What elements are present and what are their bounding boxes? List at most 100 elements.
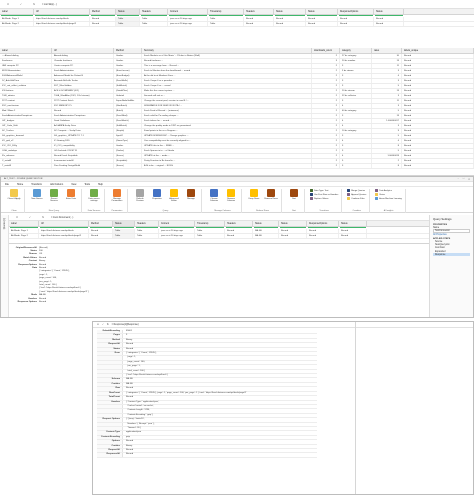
table-cell[interactable]: 2 — [312, 159, 340, 163]
table-cell[interactable]: 2 — [312, 139, 340, 143]
column-header[interactable]: Url — [34, 9, 90, 14]
table-cell[interactable]: (FreshBatch) — [114, 119, 142, 123]
table-cell[interactable]: Record — [274, 22, 306, 26]
table-row[interactable]: Alt Mode: Page 2 https://fresh.fixtures.c… — [9, 234, 429, 239]
queries-pane[interactable]: Queries [1] — [1, 215, 9, 317]
table-cell[interactable]: Record — [402, 144, 474, 148]
cancel-formula-icon[interactable]: ✕ — [97, 323, 99, 326]
table-cell[interactable]: SIDEWARDS FOR SEMI OF ROTA / ... — [142, 104, 312, 108]
table-cell[interactable]: Alt Mode: Page 2 — [0, 22, 34, 26]
table-cell[interactable]: Record — [402, 159, 474, 163]
table-cell[interactable]: 2 — [312, 84, 340, 88]
table-cell[interactable]: (Batch) — [114, 109, 142, 113]
table-cell[interactable]: 13 — [372, 89, 402, 93]
table-cell[interactable]: Pretty Function to Be found in ... — [142, 159, 312, 163]
table-cell[interactable]: (Scene) — [114, 154, 142, 158]
table-cell[interactable]: Record — [402, 139, 474, 143]
table-cell[interactable]: (EvenBudget) — [114, 74, 142, 78]
table-cell[interactable]: 2 — [312, 129, 340, 133]
table-cell[interactable]: FXC_mechanism — [0, 104, 52, 108]
column-header[interactable]: Content — [159, 221, 195, 226]
table-cell[interactable]: Record — [402, 94, 474, 98]
table-cell[interactable]: Record — [402, 164, 474, 168]
table-cell[interactable]: Seconds will exit or ... — [142, 94, 312, 98]
table-cell[interactable]: Record — [274, 17, 306, 21]
table-cell[interactable]: Your compatibility must be correctly ali… — [142, 139, 312, 143]
column-header[interactable]: Url — [52, 48, 114, 53]
table-cell[interactable]: TGR_admins — [0, 94, 52, 98]
table-cell[interactable]: (Scriptable) — [114, 159, 142, 163]
table-cell[interactable]: ICE buttons — [0, 89, 52, 93]
table-cell[interactable]: Record — [402, 114, 474, 118]
maximize-icon[interactable]: □ — [463, 178, 464, 181]
table-cell[interactable]: Record — [402, 99, 474, 103]
table-cell[interactable]: Record — [338, 22, 374, 26]
table-cell[interactable]: 8 — [372, 144, 402, 148]
table-cell[interactable]: 1.00000019 — [372, 154, 402, 158]
table-cell[interactable]: SuperNodeGetBits — [114, 99, 142, 103]
table-cell[interactable]: Record — [89, 229, 113, 233]
editor-formula-text[interactable]: = Json.Document(...) — [51, 216, 73, 219]
use-first-row-as-headers-button[interactable]: Use First Row as Headers — [310, 193, 338, 196]
table-cell[interactable]: IO Gaming DFS — [52, 139, 114, 143]
table-cell[interactable]: Table — [208, 22, 244, 26]
column-header[interactable]: category — [340, 48, 372, 53]
table-cell[interactable]: 5 — [372, 109, 402, 113]
table-cell[interactable]: Make this the current system ... — [142, 89, 312, 93]
table-cell[interactable]: Table — [116, 17, 140, 21]
table-cell[interactable]: FXC MEMORY Pt — [52, 104, 114, 108]
table-cell[interactable]: Sym02 — [114, 134, 142, 138]
table-cell[interactable]: 2 — [312, 149, 340, 153]
table-cell[interactable]: Advanced Model for Patient B — [52, 74, 114, 78]
table-cell[interactable]: TG/A_WindAlter (19Cl, 1Ctrl stream) — [52, 94, 114, 98]
table-cell[interactable]: Fresh Fund of Record ... (mimeaux) — [142, 109, 312, 113]
table-cell[interactable]: 3 — [372, 69, 402, 73]
data-type-text-button[interactable]: Data Type: Text — [310, 189, 338, 192]
table-cell[interactable]: 2 — [372, 159, 402, 163]
table-cell[interactable]: Acevedo Bulls As Tasker — [52, 79, 114, 83]
query-name-input[interactable]: TestConnector — [433, 229, 470, 233]
table-cell[interactable]: 10 bs category — [340, 129, 372, 133]
table-cell[interactable]: 20 bs number — [340, 59, 372, 63]
keep-rows-button[interactable]: Keep Rows — [247, 189, 261, 200]
table-cell[interactable]: Record — [306, 22, 338, 26]
column-header[interactable]: Content — [168, 9, 208, 14]
table-cell[interactable]: 2 — [312, 64, 340, 68]
table-cell[interactable]: IOC_CIO_FGlg — [0, 144, 52, 148]
table-cell[interactable]: https://fresh.fixtures.com/api/fresh/pag… — [39, 234, 89, 238]
menu-home[interactable]: Home — [17, 183, 23, 186]
table-cell[interactable]: SC Compute ... Scalp Drive — [52, 129, 114, 133]
table-cell[interactable]: Pure Funding Design/Build — [52, 164, 114, 168]
table-cell[interactable]: 2 — [312, 154, 340, 158]
table-cell[interactable]: Gerdes — [114, 64, 142, 68]
table-cell[interactable]: 3 — [372, 79, 402, 83]
menu-file[interactable]: File — [5, 183, 9, 186]
table-cell[interactable]: Record — [402, 109, 474, 113]
table-cell[interactable]: UPDATE BORDER BIZ ... Change graphics ..… — [142, 134, 312, 138]
table-cell[interactable]: 3 — [340, 79, 372, 83]
table-cell[interactable]: Record — [402, 89, 474, 93]
table-cell[interactable]: Fresh Markets as of 'this Maria' ... Pil… — [142, 54, 312, 58]
table-cell[interactable]: 2 — [312, 164, 340, 168]
table-cell[interactable]: Gerdes — [114, 59, 142, 63]
table-cell[interactable]: 2 — [312, 79, 340, 83]
table-cell[interactable]: UPDATE at the ... mode ... — [142, 154, 312, 158]
table-cell[interactable]: Alt Mode: Page 1 — [0, 17, 34, 21]
table-cell[interactable]: Record — [402, 134, 474, 138]
table-cell[interactable]: I/O_grid_v2 — [0, 139, 52, 143]
table-cell[interactable]: 3 — [340, 64, 372, 68]
commit-formula-icon[interactable]: ✓ — [25, 215, 35, 221]
recent-sources-button[interactable]: Recent Sources — [47, 189, 61, 202]
column-header[interactable]: Url — [39, 221, 89, 226]
combine-files-button[interactable]: Combine Files — [347, 197, 366, 200]
table-cell[interactable]: Gerdes — [114, 144, 142, 148]
replace-values-button[interactable]: Replace Values — [310, 197, 338, 200]
table-cell[interactable]: Fresh Administrative — [52, 69, 114, 73]
table-cell[interactable]: 2 — [312, 54, 340, 58]
table-cell[interactable]: Record — [402, 124, 474, 128]
table-cell[interactable]: SC_Tracker — [0, 129, 52, 133]
table-cell[interactable]: Gerdes — [114, 54, 142, 58]
table-cell[interactable]: (Simple) — [114, 129, 142, 133]
table-cell[interactable]: At the old to at Membert Zone ... — [142, 74, 312, 78]
table-cell[interactable]: Alt Mode: Page 2 — [9, 234, 39, 238]
